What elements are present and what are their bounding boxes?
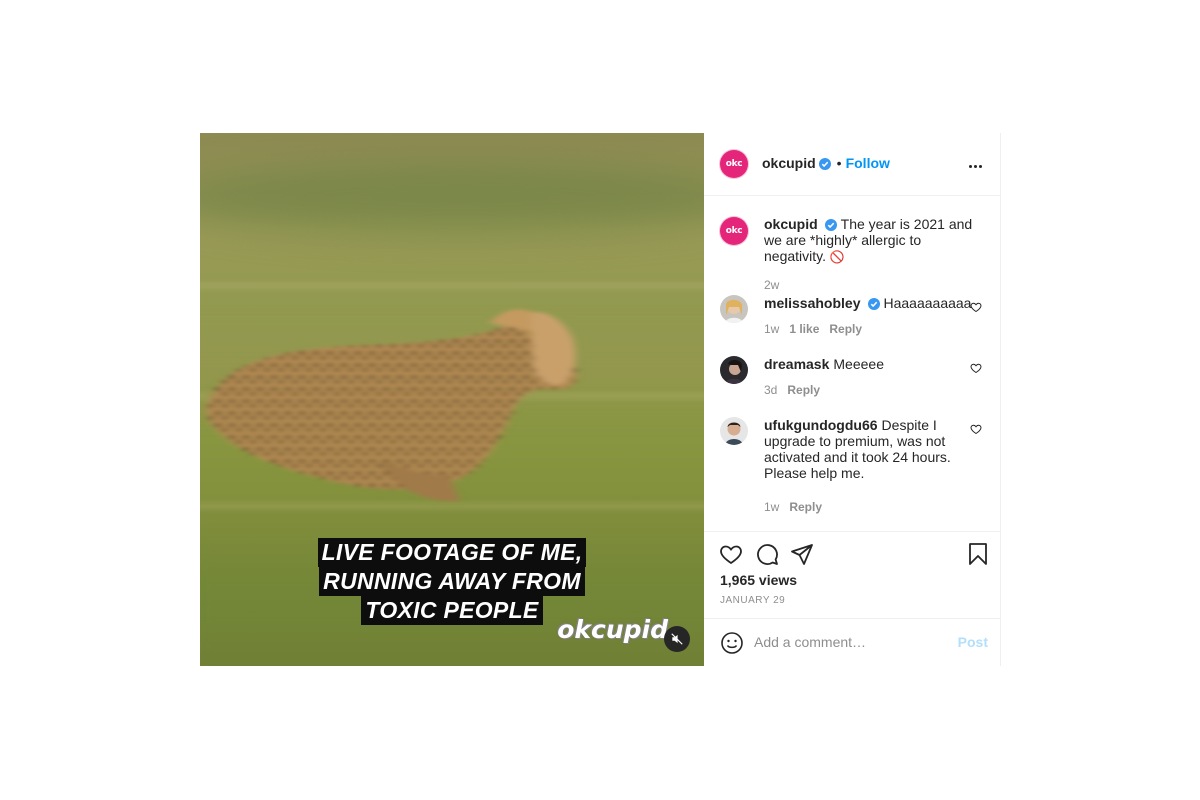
no-entry-emoji: 🚫 [829, 250, 845, 264]
avatar[interactable]: okc [720, 150, 748, 178]
comment-text: Haaaaaaaaaa [883, 295, 972, 311]
verified-badge-icon [818, 158, 831, 170]
separator-dot: • [836, 155, 842, 171]
mute-button[interactable] [664, 626, 690, 652]
follow-button[interactable]: Follow [846, 155, 890, 171]
comment-item: ufukgundogdu66 Despite I upgrade to premi… [720, 417, 990, 517]
post-button[interactable]: Post [958, 634, 988, 650]
avatar-label: okc [725, 159, 743, 169]
post-date[interactable]: JANUARY 29 [720, 595, 785, 606]
comment-icon[interactable] [755, 542, 779, 566]
comment-meta: 1w 1 like Reply [764, 321, 974, 337]
view-count[interactable]: 1,965 views [720, 572, 797, 588]
avatar-label: okc [725, 226, 743, 236]
post-video[interactable]: LIVE FOOTAGE OF ME, RUNNING AWAY FROM TO… [200, 133, 704, 666]
caption-username[interactable]: okcupid [764, 216, 818, 232]
comment-username[interactable]: ufukgundogdu66 [764, 417, 878, 433]
comment-body: melissahobley Haaaaaaaaaa 1w 1 like Reply [764, 295, 974, 337]
speaker-muted-icon [671, 633, 683, 645]
comment-meta: 1w Reply [764, 499, 974, 515]
comment-body: dreamask Meeeee 3d Reply [764, 356, 974, 398]
share-icon[interactable] [790, 542, 814, 566]
bookmark-icon[interactable] [966, 542, 990, 566]
post-side-panel: okc okcupid • Follow okc okcupid The year i… [704, 133, 1001, 666]
more-options-button[interactable] [968, 155, 988, 168]
heart-icon[interactable] [719, 542, 743, 566]
avatar[interactable]: okc [720, 217, 748, 245]
comment-time[interactable]: 3d [764, 383, 777, 397]
okcupid-watermark: okcupid [557, 615, 668, 644]
like-heart-icon[interactable] [970, 301, 982, 313]
header-username[interactable]: okcupid [762, 155, 816, 171]
comments-list[interactable]: okc okcupid The year is 2021 and we are *… [704, 196, 1000, 531]
reply-button[interactable]: Reply [829, 322, 862, 336]
like-heart-icon[interactable] [970, 362, 982, 374]
caption-body: okcupid The year is 2021 and we are *high… [764, 216, 974, 293]
user-photo [720, 356, 748, 384]
more-horizontal-icon [968, 155, 983, 172]
avatar[interactable] [720, 417, 748, 445]
video-caption: LIVE FOOTAGE OF ME, RUNNING AWAY FROM TO… [200, 538, 704, 625]
post-header: okc okcupid • Follow [704, 133, 1000, 196]
post-caption: okc okcupid The year is 2021 and we are *… [720, 216, 990, 292]
user-photo [720, 295, 748, 323]
post-actions: 1,965 views JANUARY 29 [704, 531, 1000, 620]
comment-text: Meeeee [833, 356, 884, 372]
caption-meta: 2w [764, 277, 974, 293]
caption-time[interactable]: 2w [764, 278, 779, 292]
smiley-icon[interactable] [720, 631, 744, 655]
verified-badge-icon [867, 298, 880, 310]
reply-button[interactable]: Reply [787, 383, 820, 397]
caption-line: TOXIC PEOPLE [361, 596, 543, 625]
add-comment-bar: Post [704, 618, 1000, 667]
user-photo [720, 417, 748, 445]
comment-time[interactable]: 1w [764, 500, 779, 514]
comment-item: dreamask Meeeee 3d Reply [720, 356, 990, 406]
verified-badge-icon [824, 219, 837, 231]
comment-username[interactable]: melissahobley [764, 295, 861, 311]
avatar[interactable] [720, 295, 748, 323]
caption-line: RUNNING AWAY FROM [319, 567, 585, 596]
caption-line: LIVE FOOTAGE OF ME, [317, 538, 587, 567]
comment-time[interactable]: 1w [764, 322, 779, 336]
like-heart-icon[interactable] [970, 423, 982, 435]
comment-meta: 3d Reply [764, 382, 974, 398]
avatar[interactable] [720, 356, 748, 384]
reply-button[interactable]: Reply [789, 500, 822, 514]
comment-input[interactable] [754, 631, 934, 653]
comment-body: ufukgundogdu66 Despite I upgrade to premi… [764, 417, 974, 515]
header-user-line: okcupid • Follow [762, 155, 890, 173]
comment-likes[interactable]: 1 like [789, 322, 819, 336]
comment-username[interactable]: dreamask [764, 356, 829, 372]
comment-item: melissahobley Haaaaaaaaaa 1w 1 like Reply [720, 295, 990, 345]
